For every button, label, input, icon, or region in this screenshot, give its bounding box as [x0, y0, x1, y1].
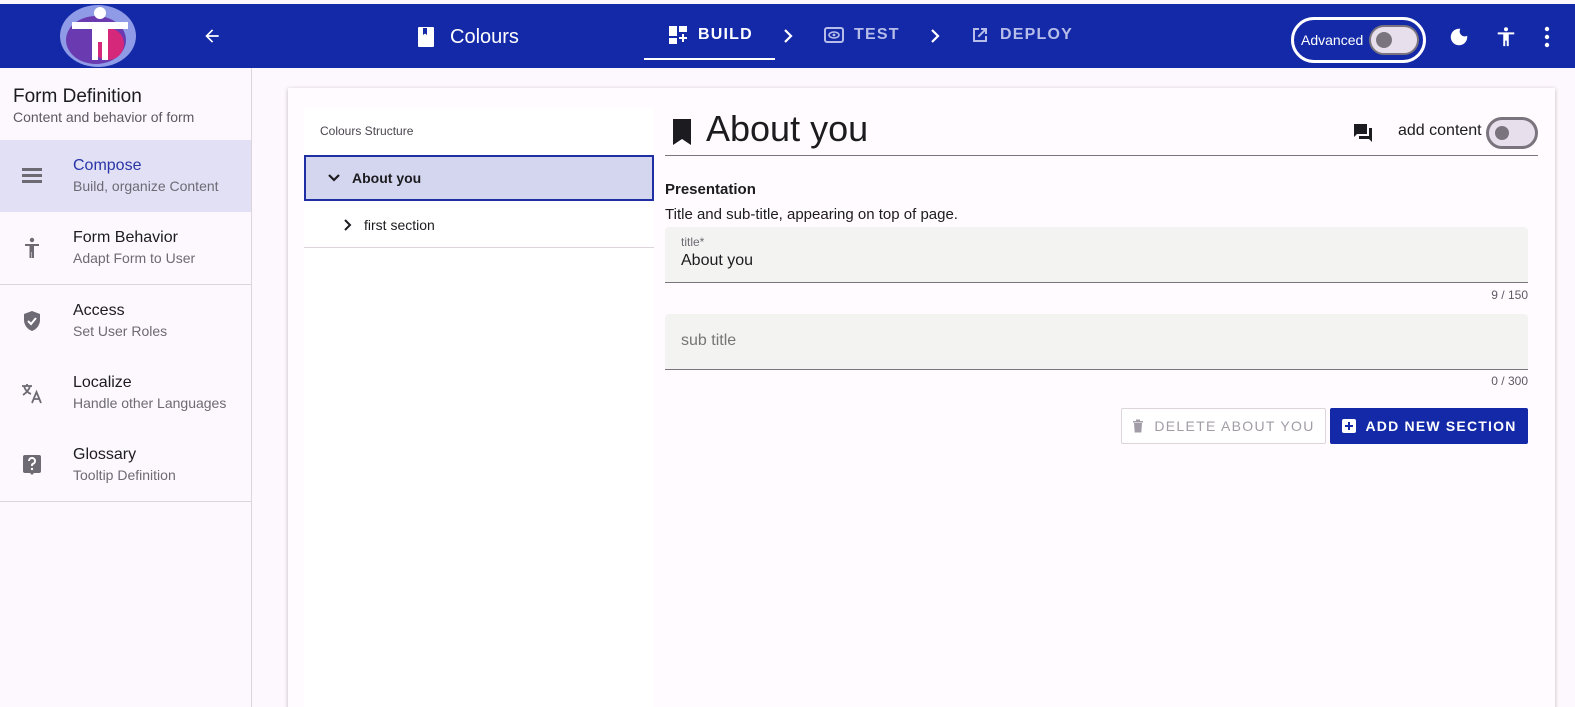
tree-node-about-you[interactable]: About you — [304, 155, 654, 201]
translate-icon — [22, 384, 42, 404]
step-test-label: TEST — [854, 26, 900, 43]
more-vert-icon — [1544, 26, 1550, 48]
advanced-label: Advanced — [1301, 32, 1364, 48]
subtitle-input[interactable] — [681, 332, 1501, 350]
add-content-switch[interactable] — [1486, 117, 1538, 149]
sidebar-item-glossary[interactable]: Glossary Tooltip Definition — [0, 429, 251, 501]
step-build[interactable]: BUILD — [668, 20, 753, 50]
title-counter: 9 / 150 — [1491, 288, 1528, 302]
title-input[interactable] — [681, 252, 1501, 270]
sidebar-title: Form Definition — [13, 86, 142, 107]
sidebar-item-sublabel: Handle other Languages — [73, 395, 227, 411]
sidebar-item-label: Glossary — [73, 446, 137, 463]
advanced-switch[interactable] — [1369, 25, 1420, 55]
sidebar-header: Form Definition Content and behavior of … — [0, 68, 251, 140]
sidebar-item-label: Localize — [73, 374, 132, 391]
add-box-icon — [1341, 419, 1356, 433]
back-arrow-icon — [205, 29, 219, 43]
add-content-label: add content — [1398, 122, 1482, 139]
subtitle-counter: 0 / 300 — [1491, 374, 1528, 388]
form-name: Colours — [450, 25, 519, 48]
back-button[interactable] — [196, 18, 228, 54]
compose-icon — [22, 168, 42, 183]
sidebar-item-sublabel: Adapt Form to User — [73, 250, 196, 266]
chevron-right-icon[interactable] — [338, 215, 358, 235]
accessibility-button[interactable] — [1493, 24, 1519, 50]
page-title: About you — [706, 108, 869, 149]
chevron-down-icon[interactable] — [324, 168, 344, 188]
sidebar-item-label: Compose — [73, 157, 142, 174]
step-build-label: BUILD — [698, 26, 753, 43]
help-icon — [23, 455, 41, 475]
delete-section-label: DELETE ABOUT YOU — [1154, 418, 1315, 434]
sidebar-item-label: Form Behavior — [73, 229, 178, 246]
sidebar-divider — [0, 501, 251, 502]
comment-icon[interactable] — [1352, 122, 1374, 144]
delete-section-button[interactable]: DELETE ABOUT YOU — [1121, 408, 1326, 444]
bookmark-icon — [673, 119, 691, 145]
dark-mode-icon — [1450, 28, 1468, 46]
book-icon — [418, 27, 434, 47]
sidebar: Form Definition Content and behavior of … — [0, 68, 252, 707]
accessibility-icon — [25, 237, 39, 258]
open-external-icon — [973, 28, 987, 42]
build-icon — [669, 26, 687, 44]
eye-icon — [824, 27, 844, 43]
sidebar-item-form-behavior[interactable]: Form Behavior Adapt Form to User — [0, 212, 251, 284]
sidebar-item-label: Access — [73, 302, 125, 319]
chevron-right-icon — [784, 29, 793, 43]
section-description: Title and sub-title, appearing on top of… — [665, 206, 958, 223]
sidebar-item-sublabel: Set User Roles — [73, 323, 168, 339]
structure-heading: Colours Structure — [320, 124, 414, 138]
tree-node-label: About you — [352, 170, 422, 186]
trash-icon — [1133, 419, 1144, 433]
add-section-label: ADD NEW SECTION — [1365, 418, 1517, 434]
accessibility-icon — [1497, 27, 1515, 47]
more-menu-button[interactable] — [1540, 24, 1554, 50]
top-app-bar: Colours BUILD TEST DEPLOY Advanced — [0, 4, 1575, 68]
active-step-indicator — [644, 58, 775, 60]
dark-mode-button[interactable] — [1446, 24, 1472, 50]
sidebar-item-localize[interactable]: Localize Handle other Languages — [0, 357, 251, 429]
logo[interactable] — [58, 2, 140, 68]
tree-node-first-section[interactable]: first section — [304, 202, 654, 248]
sidebar-subtitle: Content and behavior of form — [13, 109, 195, 125]
sidebar-item-sublabel: Tooltip Definition — [73, 467, 176, 483]
step-deploy[interactable]: DEPLOY — [970, 20, 1073, 50]
add-section-button[interactable]: ADD NEW SECTION — [1330, 408, 1528, 444]
editor-header: About you add content — [665, 108, 1538, 156]
title-field[interactable]: title* — [665, 227, 1528, 283]
advanced-toggle[interactable]: Advanced — [1291, 17, 1426, 63]
section-editor: About you add content Presentation Title… — [665, 108, 1538, 444]
step-deploy-label: DEPLOY — [1000, 26, 1073, 43]
section-label: Presentation — [665, 181, 756, 198]
shield-check-icon — [24, 311, 40, 331]
tree-node-label: first section — [364, 216, 435, 233]
main-card: Colours Structure About you first sectio… — [288, 88, 1555, 707]
subtitle-field[interactable] — [665, 314, 1528, 370]
sidebar-item-access[interactable]: Access Set User Roles — [0, 285, 251, 357]
step-test[interactable]: TEST — [824, 20, 900, 50]
form-title: Colours — [416, 22, 519, 52]
chevron-right-icon — [931, 29, 940, 43]
title-field-label: title* — [681, 235, 705, 249]
structure-tree: Colours Structure About you first sectio… — [304, 108, 654, 707]
sidebar-item-sublabel: Build, organize Content — [73, 178, 219, 194]
sidebar-item-compose[interactable]: Compose Build, organize Content — [0, 140, 251, 212]
